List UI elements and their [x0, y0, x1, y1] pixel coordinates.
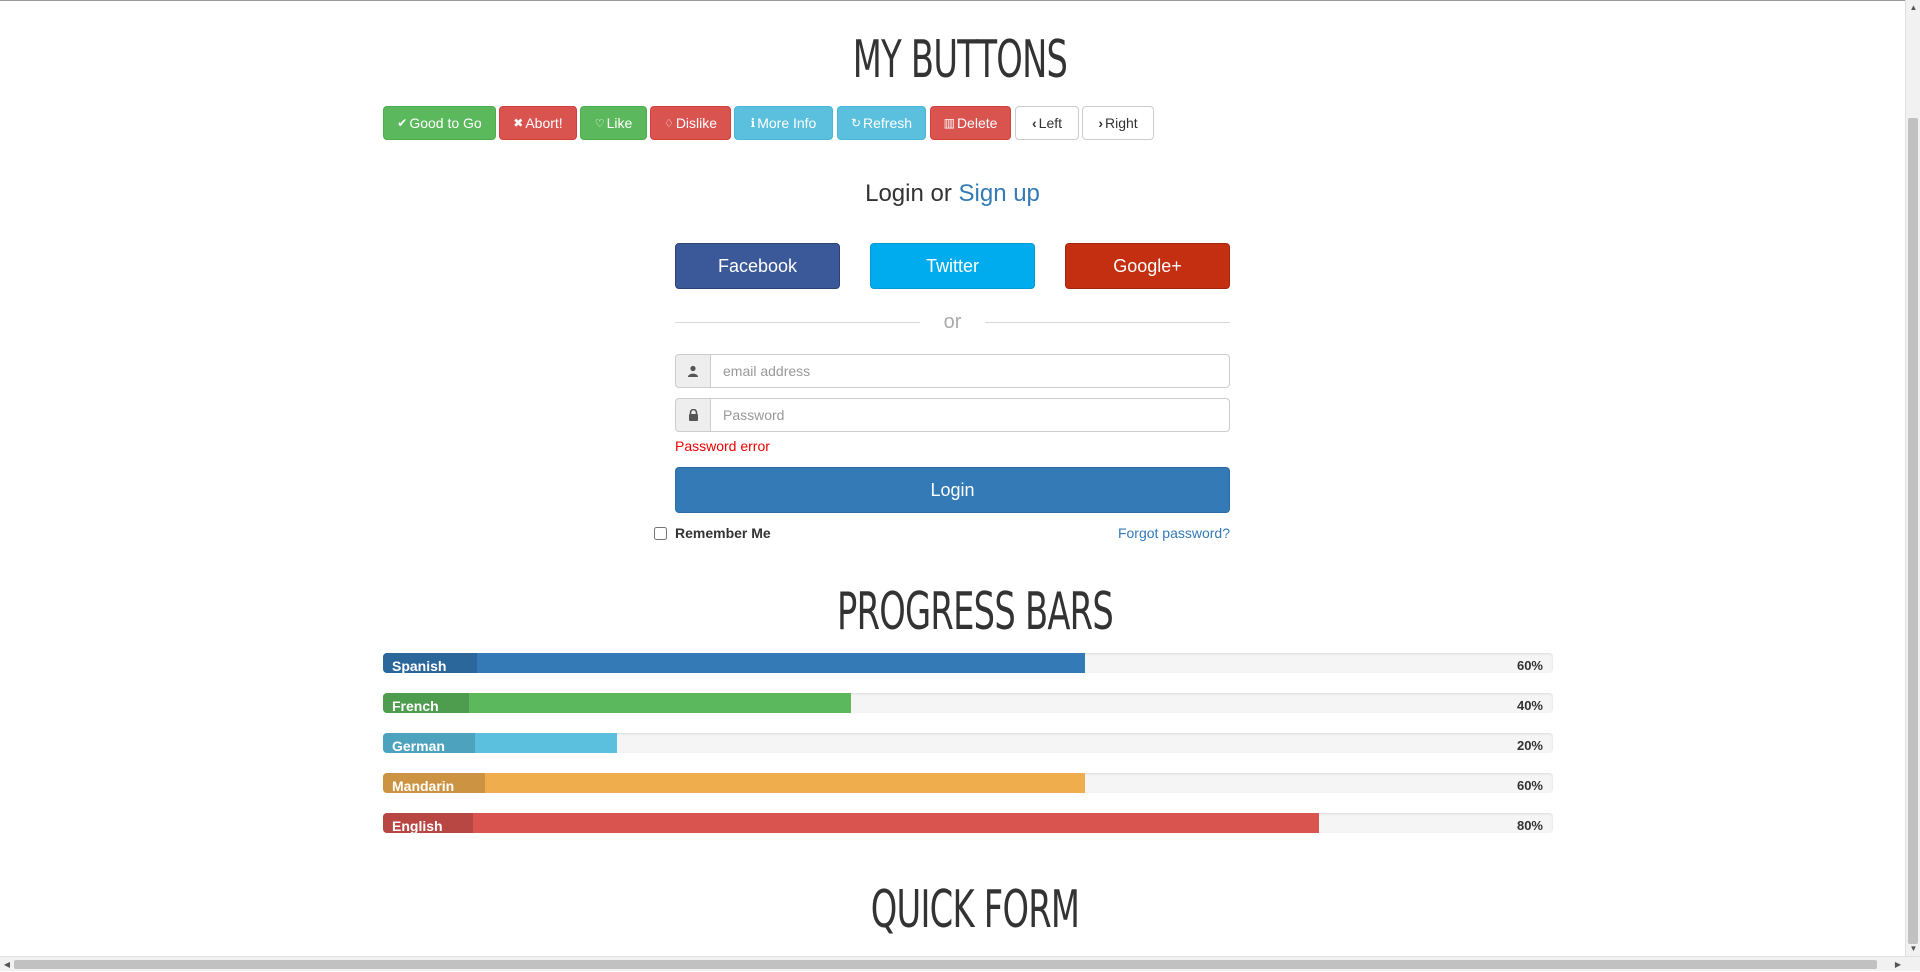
dislike-button[interactable]: ♢ Dislike	[650, 106, 731, 140]
progress-value: 60%	[1516, 658, 1543, 673]
horizontal-scroll-thumb[interactable]	[14, 960, 1877, 969]
top-border	[0, 0, 1920, 1]
scroll-right-icon[interactable]: ▶	[1891, 957, 1905, 972]
abort-button[interactable]: ✖ Abort!	[499, 106, 577, 140]
progress-value: 60%	[1516, 778, 1543, 793]
refresh-icon: ↻	[850, 116, 862, 130]
user-icon	[675, 354, 711, 388]
vertical-scroll-thumb[interactable]	[1908, 118, 1918, 944]
scroll-up-icon[interactable]: ▲	[1906, 0, 1920, 15]
twitter-button[interactable]: Twitter	[870, 243, 1035, 289]
google-plus-button[interactable]: Google+	[1065, 243, 1230, 289]
progress-label: English	[383, 813, 473, 833]
email-input[interactable]	[711, 354, 1230, 388]
chevron-left-icon: ‹	[1031, 115, 1037, 131]
progress-bar-english: English 80%	[383, 813, 1553, 833]
progress-label: German	[383, 733, 475, 753]
progress-value: 40%	[1516, 698, 1543, 713]
progress-bar-german: German 20%	[383, 733, 1553, 753]
progress-fill	[383, 773, 1085, 793]
remove-icon: ✖	[513, 116, 524, 130]
chevron-right-icon: ›	[1098, 115, 1103, 131]
progress-bar-french: French 40%	[383, 693, 1553, 713]
scroll-left-icon[interactable]: ◀	[0, 957, 14, 972]
progress-bar-spanish: Spanish 60%	[383, 653, 1553, 673]
check-icon: ✔	[397, 116, 408, 130]
password-input-group	[675, 398, 1230, 432]
password-input[interactable]	[711, 398, 1230, 432]
progress-label: Spanish	[383, 653, 477, 673]
scroll-down-icon[interactable]: ▼	[1906, 941, 1920, 956]
progress-label: French	[383, 693, 469, 713]
right-button[interactable]: › Right	[1082, 106, 1154, 140]
lock-icon	[675, 398, 711, 432]
more-info-button[interactable]: ℹ More Info	[734, 106, 833, 140]
divider-line-right	[985, 322, 1230, 323]
delete-button[interactable]: ▥ Delete	[930, 106, 1011, 140]
progress-bar-mandarin: Mandarin 60%	[383, 773, 1553, 793]
thumbs-down-icon: ♢	[663, 117, 674, 130]
quick-form-heading: QUICK FORM	[870, 880, 1080, 940]
login-button[interactable]: Login	[675, 467, 1230, 513]
vertical-scrollbar[interactable]: ▲ ▼	[1905, 0, 1920, 956]
facebook-button[interactable]: Facebook	[675, 243, 840, 289]
signup-link[interactable]: Sign up	[959, 180, 1040, 207]
divider-line-left	[675, 322, 920, 323]
good-to-go-button[interactable]: ✔ Good to Go	[383, 106, 496, 140]
progress-value: 80%	[1516, 818, 1543, 833]
progress-fill	[383, 653, 1085, 673]
login-heading: Login or Sign up	[865, 180, 1040, 207]
forgot-password-link[interactable]: Forgot password?	[1100, 525, 1230, 541]
progress-label: Mandarin	[383, 773, 485, 793]
progress-fill	[383, 813, 1319, 833]
remember-me[interactable]: Remember Me	[654, 525, 771, 541]
email-input-group	[675, 354, 1230, 388]
my-buttons-heading: MY BUTTONS	[852, 30, 1068, 90]
thumbs-up-icon: ♡	[594, 117, 605, 130]
password-error: Password error	[675, 438, 770, 454]
like-button[interactable]: ♡ Like	[580, 106, 647, 140]
progress-value: 20%	[1516, 738, 1543, 753]
progress-bars-heading: PROGRESS BARS	[836, 582, 1114, 642]
info-sign-icon: ℹ	[750, 116, 756, 130]
trash-icon: ▥	[943, 116, 955, 130]
refresh-button[interactable]: ↻ Refresh	[837, 106, 926, 140]
or-divider-text: or	[943, 311, 962, 333]
remember-me-checkbox[interactable]	[654, 526, 667, 540]
horizontal-scrollbar[interactable]: ◀ ▶	[0, 956, 1920, 971]
left-button[interactable]: ‹ Left	[1015, 106, 1079, 140]
